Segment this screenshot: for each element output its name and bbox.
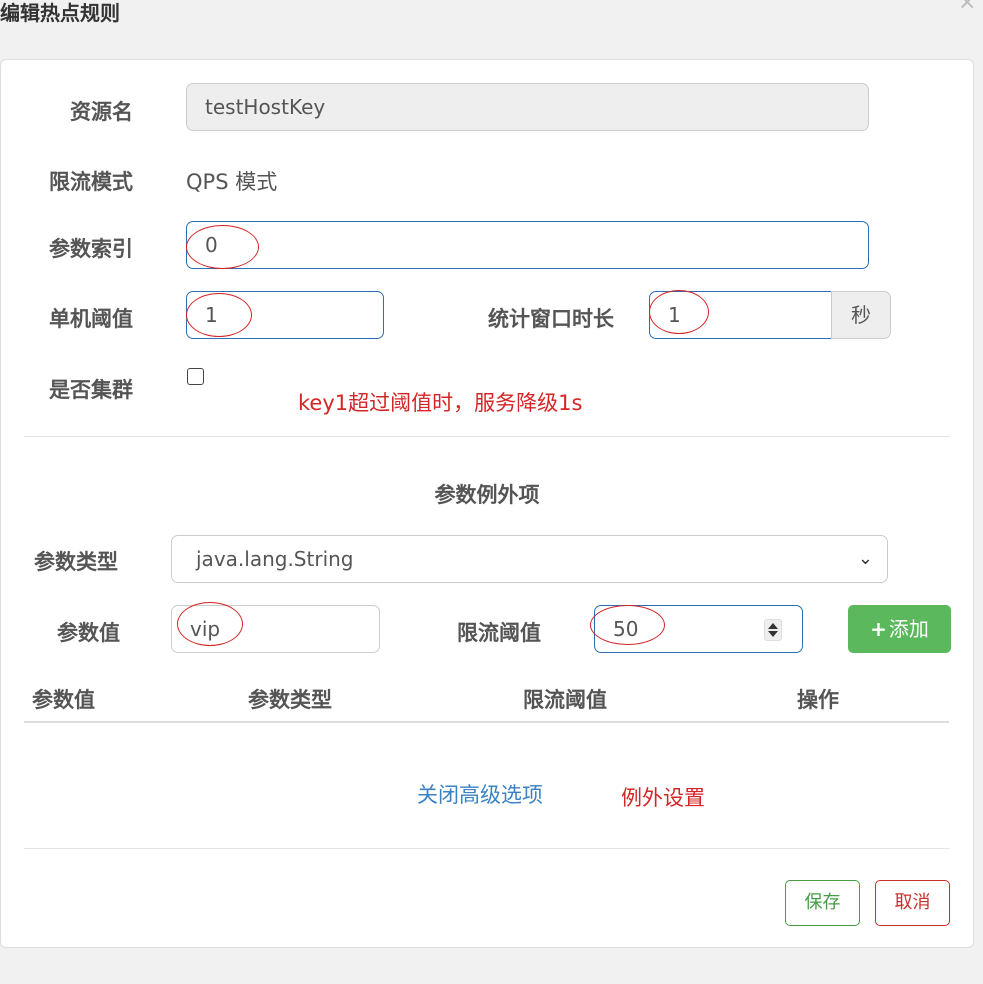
table-header-action: 操作 — [797, 688, 839, 712]
divider — [24, 436, 950, 437]
annotation-fallback-note: key1超过阈值时，服务降级1s — [298, 391, 583, 415]
window-duration-input[interactable]: 1 — [649, 291, 832, 339]
exception-section-title: 参数例外项 — [434, 483, 540, 507]
cancel-button[interactable]: 取消 — [875, 880, 950, 926]
limit-mode-label: 限流模式 — [49, 170, 133, 194]
limit-mode-value: QPS 模式 — [186, 170, 278, 194]
table-header-param-value: 参数值 — [32, 688, 95, 712]
save-button[interactable]: 保存 — [785, 880, 860, 926]
cluster-checkbox[interactable] — [187, 368, 204, 385]
annotation-exception-note: 例外设置 — [621, 786, 705, 810]
param-type-selected-value: java.lang.String — [196, 547, 354, 571]
footer-divider — [24, 848, 950, 849]
param-value-label: 参数值 — [57, 621, 120, 645]
dialog-title: 编辑热点规则 — [0, 1, 120, 25]
number-spinner[interactable] — [764, 619, 782, 641]
spinner-down-icon[interactable] — [768, 631, 778, 637]
plus-icon: + — [870, 617, 887, 641]
window-unit-addon: 秒 — [831, 291, 891, 339]
chevron-down-icon: ⌄ — [857, 548, 873, 569]
resource-name-label: 资源名 — [70, 100, 133, 124]
add-exception-button[interactable]: + 添加 — [848, 605, 951, 653]
threshold-input[interactable]: 1 — [186, 291, 384, 339]
cluster-label: 是否集群 — [49, 378, 133, 402]
param-type-label: 参数类型 — [34, 550, 118, 574]
limit-threshold-label: 限流阈值 — [457, 621, 541, 645]
param-value-input[interactable]: vip — [171, 605, 380, 653]
threshold-label: 单机阈值 — [49, 307, 133, 331]
limit-threshold-value: 50 — [613, 617, 639, 641]
resource-name-input[interactable]: testHostKey — [186, 83, 869, 131]
window-duration-label: 统计窗口时长 — [488, 307, 614, 331]
param-type-select[interactable]: java.lang.String ⌄ — [171, 535, 888, 583]
table-header-param-type: 参数类型 — [248, 688, 332, 712]
close-icon[interactable]: × — [958, 0, 976, 15]
param-index-input[interactable]: 0 — [186, 221, 869, 269]
param-index-label: 参数索引 — [49, 237, 133, 261]
table-header-limit: 限流阈值 — [523, 688, 607, 712]
close-advanced-options-link[interactable]: 关闭高级选项 — [417, 781, 543, 809]
limit-threshold-input[interactable]: 50 — [594, 605, 803, 653]
add-button-label: 添加 — [888, 617, 929, 641]
spinner-up-icon[interactable] — [768, 623, 778, 629]
table-header-divider — [24, 721, 949, 723]
